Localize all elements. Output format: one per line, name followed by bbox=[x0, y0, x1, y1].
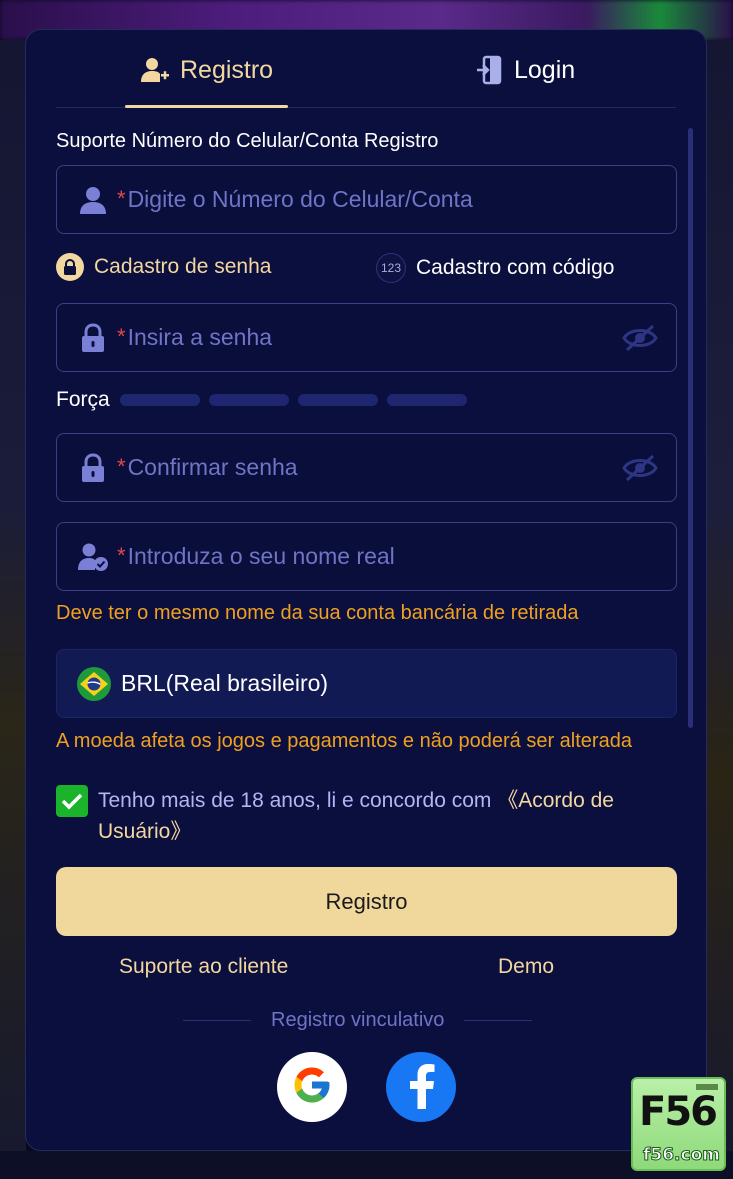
lock-icon bbox=[77, 452, 109, 484]
strength-bar bbox=[208, 394, 289, 406]
tab-register-label: Registro bbox=[180, 55, 274, 84]
password-input[interactable] bbox=[127, 324, 598, 351]
scrollbar[interactable] bbox=[688, 128, 693, 728]
lock-icon bbox=[77, 322, 109, 354]
required-mark: * bbox=[117, 453, 126, 479]
customer-support-link[interactable]: Suporte ao cliente bbox=[119, 955, 288, 979]
eye-off-icon[interactable] bbox=[622, 322, 658, 354]
mode-code[interactable]: 123 Cadastro com código bbox=[376, 253, 614, 283]
password-strength: Força bbox=[56, 388, 476, 412]
user-add-icon bbox=[140, 56, 170, 84]
confirm-password-input[interactable] bbox=[127, 454, 598, 481]
register-mode-switch: Cadastro de senha 123 Cadastro com códig… bbox=[56, 253, 677, 285]
real-name-warning: Deve ter o mesmo nome da sua conta bancá… bbox=[56, 602, 579, 624]
confirm-password-field[interactable]: * bbox=[56, 433, 677, 502]
strength-bar bbox=[386, 394, 467, 406]
brazil-flag-icon bbox=[77, 666, 111, 701]
mode-code-label: Cadastro com código bbox=[416, 256, 615, 279]
watermark-logo-text: F56 bbox=[639, 1089, 718, 1135]
eye-off-icon[interactable] bbox=[622, 452, 658, 484]
user-verified-icon bbox=[77, 541, 109, 573]
required-mark: * bbox=[117, 542, 126, 568]
real-name-input[interactable] bbox=[127, 543, 598, 570]
background-bottom bbox=[0, 1151, 733, 1179]
demo-link[interactable]: Demo bbox=[498, 955, 554, 979]
check-icon bbox=[61, 793, 83, 810]
active-tab-indicator bbox=[125, 105, 288, 108]
terms-agreement: Tenho mais de 18 anos, li e concordo com… bbox=[56, 785, 677, 847]
real-name-field[interactable]: * bbox=[56, 522, 677, 591]
facebook-login-button[interactable] bbox=[386, 1052, 456, 1122]
strength-label: Força bbox=[56, 388, 110, 411]
terms-checkbox[interactable] bbox=[56, 785, 88, 817]
auth-modal: Registro Login Suporte Número do Celular… bbox=[25, 29, 707, 1151]
social-divider: Registro vinculativo bbox=[183, 1006, 549, 1034]
password-field[interactable]: * bbox=[56, 303, 677, 372]
background-right bbox=[705, 40, 733, 1179]
facebook-icon bbox=[406, 1061, 436, 1114]
numeric-code-icon: 123 bbox=[376, 253, 406, 283]
divider-line bbox=[464, 1019, 533, 1021]
google-icon bbox=[291, 1064, 333, 1111]
tab-register[interactable]: Registro bbox=[140, 50, 273, 90]
terms-text-label: Tenho mais de 18 anos, li e concordo com bbox=[98, 789, 498, 812]
tab-login-label: Login bbox=[514, 55, 576, 84]
footer-links: Suporte ao cliente Demo bbox=[56, 955, 677, 985]
currency-value: BRL(Real brasileiro) bbox=[121, 670, 329, 696]
watermark-domain: f56.com bbox=[643, 1145, 721, 1166]
account-label: Suporte Número do Celular/Conta Registro bbox=[56, 130, 439, 152]
user-icon bbox=[77, 184, 109, 216]
tab-login[interactable]: Login bbox=[476, 50, 575, 90]
auth-tabs: Registro Login bbox=[56, 30, 676, 108]
background-left bbox=[0, 40, 26, 1179]
login-door-icon bbox=[476, 55, 504, 85]
divider-line bbox=[183, 1019, 251, 1021]
required-mark: * bbox=[117, 323, 126, 349]
account-input[interactable] bbox=[127, 186, 598, 213]
strength-bar bbox=[119, 394, 200, 406]
terms-text: Tenho mais de 18 anos, li e concordo com… bbox=[98, 785, 658, 847]
required-mark: * bbox=[117, 185, 126, 211]
register-submit-button[interactable]: Registro bbox=[56, 867, 677, 936]
strength-bar bbox=[297, 394, 378, 406]
currency-select[interactable]: BRL(Real brasileiro) bbox=[56, 649, 677, 718]
mode-password[interactable]: Cadastro de senha bbox=[56, 253, 271, 281]
currency-warning: A moeda afeta os jogos e pagamentos e nã… bbox=[56, 730, 632, 752]
social-bind-title: Registro vinculativo bbox=[271, 1008, 445, 1031]
lock-icon bbox=[56, 253, 84, 281]
account-field[interactable]: * bbox=[56, 165, 677, 234]
f56-watermark-logo: F56 f56.com bbox=[631, 1077, 726, 1171]
google-login-button[interactable] bbox=[277, 1052, 347, 1122]
mode-password-label: Cadastro de senha bbox=[94, 255, 272, 278]
